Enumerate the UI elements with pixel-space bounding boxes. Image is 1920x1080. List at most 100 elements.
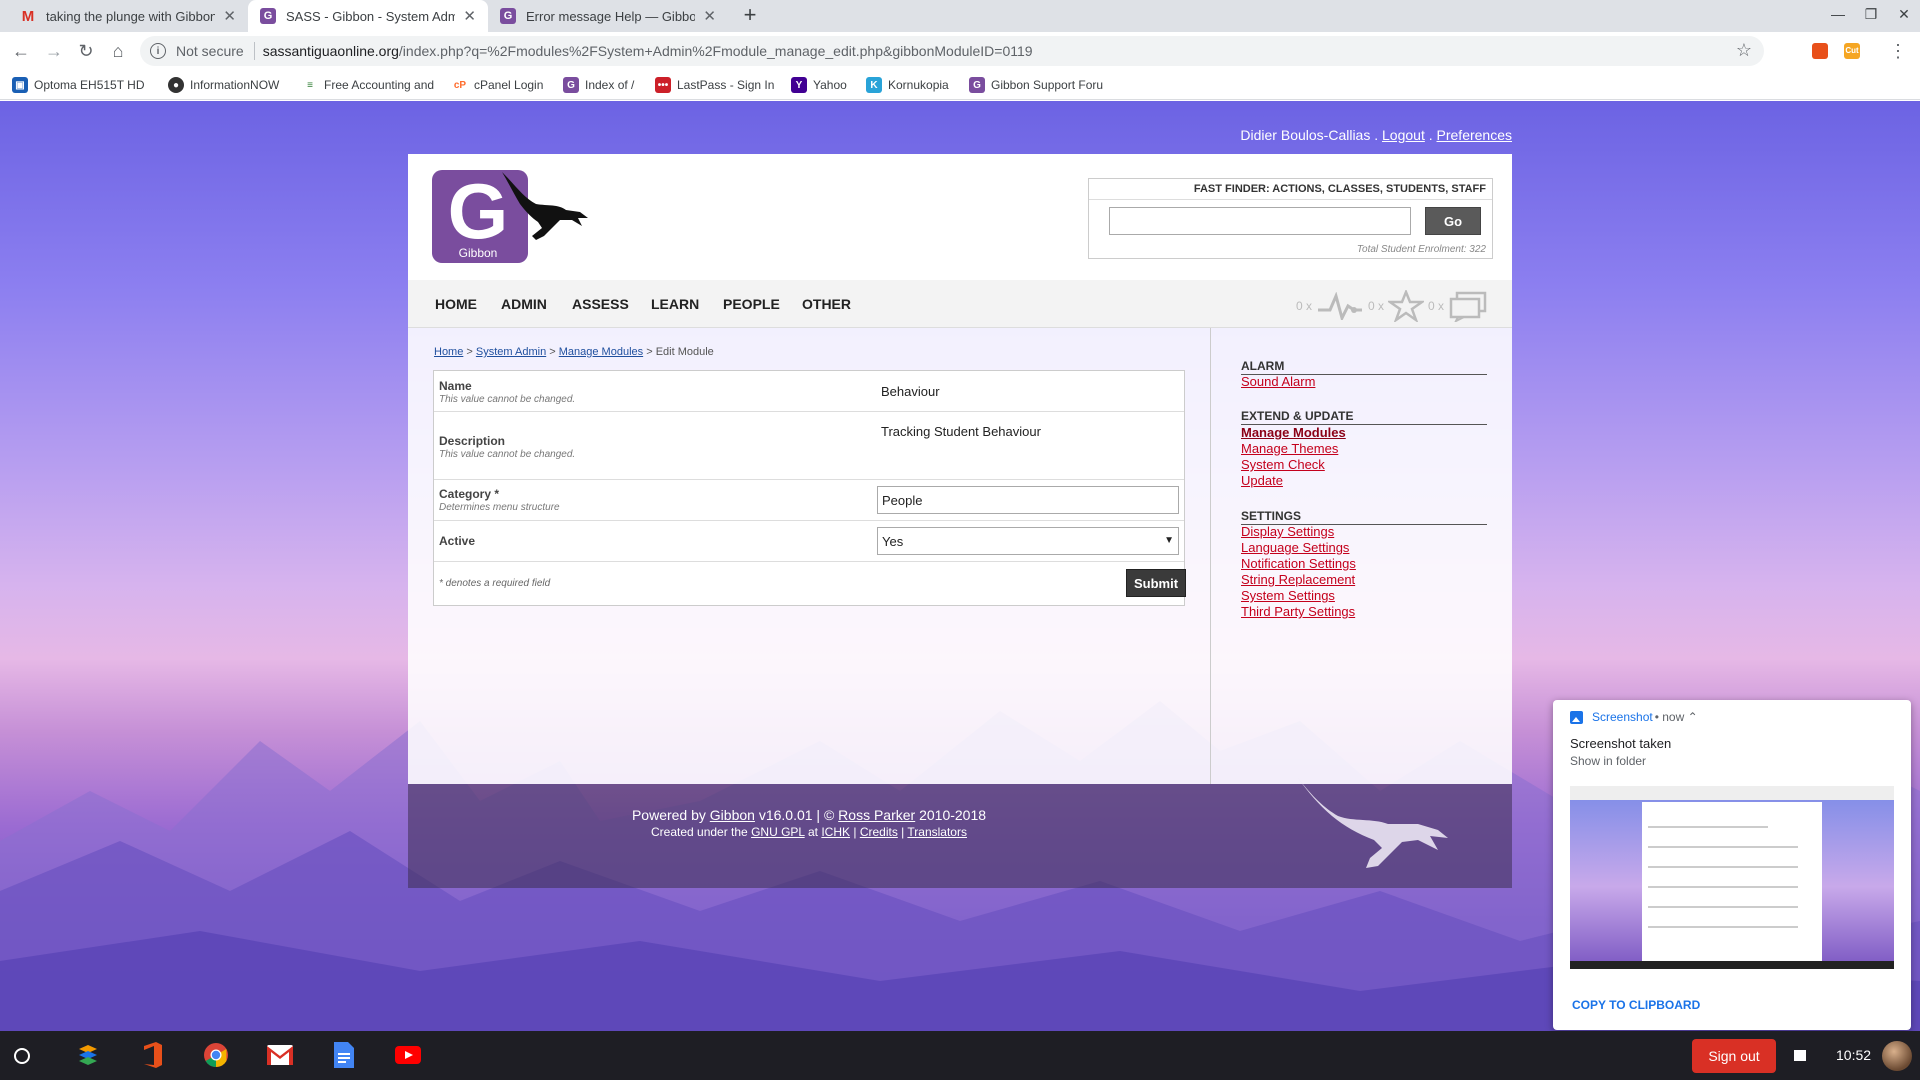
breadcrumb-manage-modules[interactable]: Manage Modules <box>559 346 643 358</box>
gibbon-logo[interactable]: G Gibbon <box>432 170 592 270</box>
sidebar-link-language-settings[interactable]: Language Settings <box>1241 540 1349 555</box>
bookmark-item[interactable]: G Index of / <box>563 76 643 94</box>
menu-admin[interactable]: ADMIN <box>501 296 547 312</box>
office-icon[interactable] <box>138 1041 166 1069</box>
new-tab-button[interactable]: + <box>738 4 762 28</box>
sidebar-link-string-replacement[interactable]: String Replacement <box>1241 572 1355 587</box>
tab-gmail[interactable]: M taking the plunge with Gibbon - ✕ <box>8 0 248 32</box>
home-icon[interactable]: ⌂ <box>107 41 129 63</box>
back-icon[interactable]: ← <box>10 41 32 63</box>
menu-kebab-icon[interactable]: ⋮ <box>1887 41 1909 63</box>
fast-finder-input[interactable] <box>1109 207 1411 235</box>
bookmark-item[interactable]: Y Yahoo <box>791 76 855 94</box>
sidebar-heading-extend-update: EXTEND & UPDATE <box>1241 409 1487 425</box>
forward-icon[interactable]: → <box>43 41 65 63</box>
footer-gibbon-link[interactable]: Gibbon <box>710 807 755 823</box>
tab-sass-gibbon[interactable]: G SASS - Gibbon - System Admin ✕ <box>248 0 488 32</box>
sign-out-button[interactable]: Sign out <box>1692 1039 1776 1073</box>
address-bar[interactable]: i Not secure sassantiguaonline.org/index… <box>140 36 1764 66</box>
chrome-icon[interactable] <box>202 1041 230 1069</box>
show-in-folder-link[interactable]: Show in folder <box>1570 754 1646 768</box>
close-icon[interactable]: ✕ <box>223 7 236 25</box>
copy-to-clipboard-button[interactable]: COPY TO CLIPBOARD <box>1572 998 1700 1012</box>
active-label: Active <box>439 534 476 548</box>
office-extension-icon[interactable] <box>1812 43 1828 59</box>
footer-credits-link[interactable]: Credits <box>860 825 898 839</box>
window-close-icon[interactable]: ✕ <box>1894 6 1914 26</box>
bookmark-item[interactable]: ≡ Free Accounting and <box>302 76 434 94</box>
bookmark-item[interactable]: ▣ Optoma EH515T HD <box>12 76 152 94</box>
bookmark-item[interactable]: ••• LastPass - Sign In <box>655 76 779 94</box>
clock[interactable]: 10:52 <box>1836 1047 1871 1063</box>
bookmark-star-icon[interactable]: ☆ <box>1736 40 1752 61</box>
star-icon[interactable] <box>1387 290 1424 322</box>
sidebar-link-system-check[interactable]: System Check <box>1241 457 1325 472</box>
tab-title: taking the plunge with Gibbon - <box>46 8 216 24</box>
footer-license-link[interactable]: GNU GPL <box>751 825 805 839</box>
menu-learn[interactable]: LEARN <box>651 296 699 312</box>
pulse-icon[interactable] <box>1316 292 1364 320</box>
category-input[interactable]: People <box>877 486 1179 514</box>
footer-ichk-link[interactable]: ICHK <box>821 825 850 839</box>
app-icon-files[interactable] <box>74 1041 102 1069</box>
sidebar-link-display-settings[interactable]: Display Settings <box>1241 524 1334 539</box>
menu-assess[interactable]: ASSESS <box>572 296 629 312</box>
breadcrumb: Home > System Admin > Manage Modules > E… <box>434 346 714 358</box>
sidebar-heading-alarm: ALARM <box>1241 359 1487 375</box>
notification-time[interactable]: • now ⌃ <box>1655 710 1698 724</box>
breadcrumb-system-admin[interactable]: System Admin <box>476 346 546 358</box>
divider <box>1089 199 1492 200</box>
sidebar-link-system-settings[interactable]: System Settings <box>1241 588 1335 603</box>
tab-error-help[interactable]: G Error message Help — Gibbon Su ✕ <box>488 0 728 32</box>
bookmark-item[interactable]: ● InformationNOW <box>168 76 288 94</box>
fast-finder-go-button[interactable]: Go <box>1425 207 1481 235</box>
menu-other[interactable]: OTHER <box>802 296 851 312</box>
footer-license: Created under the GNU GPL at ICHK | Cred… <box>651 825 967 839</box>
reload-icon[interactable]: ↻ <box>75 41 97 63</box>
logo-word: Gibbon <box>459 246 498 260</box>
description-label: Description <box>439 434 506 448</box>
screenshot-notification[interactable]: Screenshot • now ⌃ Screenshot taken Show… <box>1553 700 1911 1030</box>
menu-home[interactable]: HOME <box>435 296 477 312</box>
sidebar-link-third-party-settings[interactable]: Third Party Settings <box>1241 604 1355 619</box>
bookmark-item[interactable]: cP cPanel Login <box>452 76 556 94</box>
bookmark-item[interactable]: K Kornukopia <box>866 76 956 94</box>
category-label: Category * <box>439 487 500 501</box>
informationnow-icon: ● <box>168 77 184 93</box>
sidebar-link-manage-themes[interactable]: Manage Themes <box>1241 441 1338 456</box>
sidebar-link-sound-alarm[interactable]: Sound Alarm <box>1241 374 1315 389</box>
sidebar-link-notification-settings[interactable]: Notification Settings <box>1241 556 1356 571</box>
screenshot-thumbnail[interactable] <box>1570 786 1894 969</box>
minimize-icon[interactable]: — <box>1828 6 1848 26</box>
logout-link[interactable]: Logout <box>1382 127 1425 143</box>
menu-people[interactable]: PEOPLE <box>723 296 780 312</box>
active-select[interactable]: Yes ▼ <box>877 527 1179 555</box>
page-container: G Gibbon FAST FINDER: ACTIONS, CLASSES, … <box>408 154 1512 902</box>
docs-icon[interactable] <box>330 1041 358 1069</box>
footer-translators-link[interactable]: Translators <box>907 825 967 839</box>
screen-capture-icon[interactable] <box>1794 1050 1806 1061</box>
gibbon-icon: G <box>969 77 985 93</box>
close-icon[interactable]: ✕ <box>703 7 716 25</box>
launcher-icon[interactable] <box>14 1048 30 1064</box>
info-icon[interactable]: i <box>150 43 166 59</box>
close-icon[interactable]: ✕ <box>463 7 476 25</box>
preferences-link[interactable]: Preferences <box>1437 127 1512 143</box>
form-row-name: Name This value cannot be changed. Behav… <box>434 371 1184 412</box>
notification-title: Screenshot taken <box>1570 736 1672 751</box>
bookmark-item[interactable]: G Gibbon Support Foru <box>969 76 1105 94</box>
messages-icon[interactable] <box>1448 290 1488 322</box>
breadcrumb-home[interactable]: Home <box>434 346 463 358</box>
footer: Powered by Gibbon v16.0.01 | © Ross Park… <box>408 778 1512 888</box>
sidebar-link-update[interactable]: Update <box>1241 473 1283 488</box>
url-path: /index.php?q=%2Fmodules%2FSystem+Admin%2… <box>398 43 1033 59</box>
restore-icon[interactable]: ❐ <box>1861 6 1881 26</box>
avatar[interactable] <box>1882 1041 1912 1071</box>
yahoo-icon: Y <box>791 77 807 93</box>
sidebar-link-manage-modules[interactable]: Manage Modules <box>1241 425 1346 440</box>
submit-button[interactable]: Submit <box>1126 569 1186 597</box>
gmail-icon[interactable] <box>266 1041 294 1069</box>
extension-icon[interactable]: Cut <box>1844 43 1860 59</box>
youtube-icon[interactable] <box>394 1041 422 1069</box>
footer-author-link[interactable]: Ross Parker <box>838 807 915 823</box>
